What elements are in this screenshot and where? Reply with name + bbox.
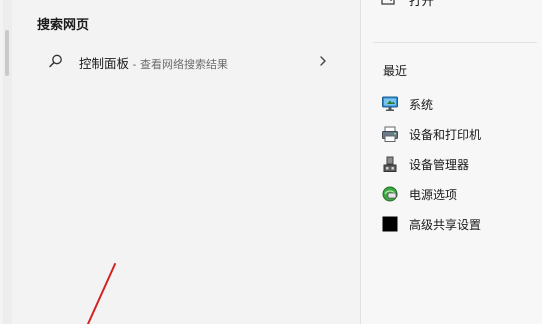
recent-item-label: 系统 <box>409 98 434 112</box>
result-subtitle: 查看网络搜索结果 <box>139 58 228 71</box>
section-title: 搜索网页 <box>37 18 90 33</box>
open-icon <box>381 0 395 5</box>
search-result-control-panel[interactable]: 控制面板 - 查看网络搜索结果 <box>36 46 342 76</box>
recent-item-power-options[interactable]: 电源选项 <box>381 182 531 206</box>
printer-icon <box>382 126 398 142</box>
chevron-right-icon[interactable] <box>318 55 328 67</box>
scrollbar-thumb[interactable] <box>5 30 9 76</box>
result-separator: - <box>129 58 140 71</box>
sharing-settings-icon <box>382 216 398 232</box>
recent-item-devices-printers[interactable]: 设备和打印机 <box>381 122 531 146</box>
recent-item-label: 设备和打印机 <box>409 128 482 142</box>
recent-item-label: 电源选项 <box>409 188 458 202</box>
recent-item-label: 高级共享设置 <box>409 218 482 232</box>
recent-item-system[interactable]: 系统 <box>381 92 531 116</box>
details-pane: 打开 最近 系统 设备和打印机 设备管理器 电源选项 高级共享设置 <box>361 0 542 324</box>
recent-item-device-manager[interactable]: 设备管理器 <box>381 152 531 176</box>
recent-item-advanced-sharing[interactable]: 高级共享设置 <box>381 212 531 236</box>
power-options-icon <box>382 186 398 202</box>
search-icon <box>49 54 62 68</box>
device-manager-icon <box>383 156 397 172</box>
result-title: 控制面板 <box>79 56 130 71</box>
details-divider <box>373 42 537 43</box>
search-results-pane: 搜索网页 控制面板 - 查看网络搜索结果 <box>0 0 360 324</box>
system-monitor-icon <box>382 96 398 111</box>
recent-title: 最近 <box>383 64 408 78</box>
recent-item-label: 设备管理器 <box>409 158 470 172</box>
search-result-text: 控制面板 - 查看网络搜索结果 <box>79 53 228 72</box>
open-label: 打开 <box>409 0 435 8</box>
